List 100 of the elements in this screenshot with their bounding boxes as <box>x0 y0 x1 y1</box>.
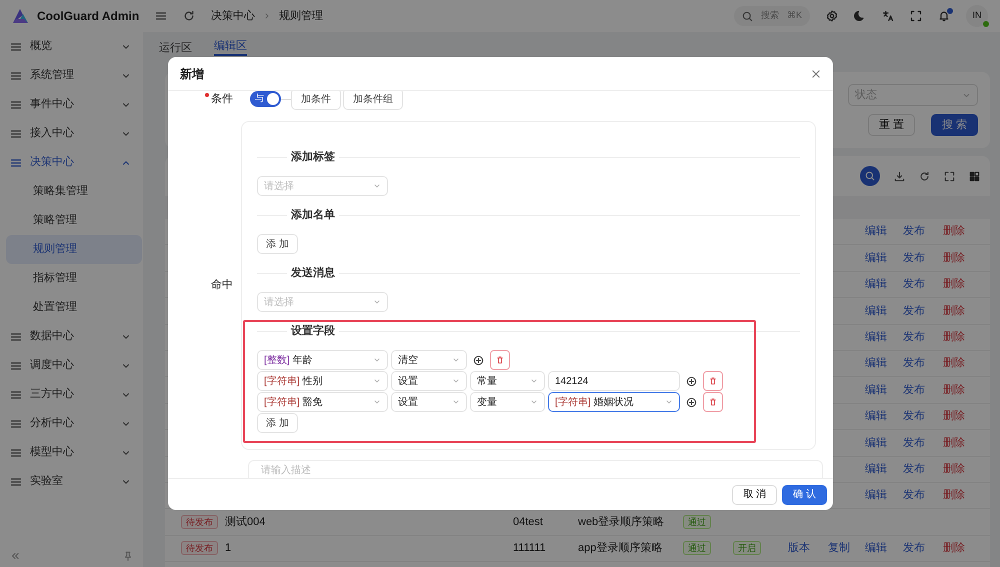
action-link[interactable]: 删除 <box>943 410 965 422</box>
action-link[interactable]: 删除 <box>943 384 965 396</box>
select-field[interactable]: [整数] 年龄 <box>257 350 388 370</box>
select-field[interactable]: 请选择 <box>257 176 388 196</box>
add-circle-icon[interactable] <box>686 376 697 386</box>
description-field[interactable]: 请输入描述 <box>248 460 823 478</box>
action-link[interactable]: 发布 <box>903 357 925 370</box>
action-link[interactable]: 发布 <box>903 225 925 238</box>
reset-button[interactable]: 重 置 <box>868 114 915 136</box>
action-link[interactable]: 编辑 <box>865 304 887 317</box>
settings-icon[interactable] <box>826 10 838 22</box>
select-field[interactable]: [字符串] 婚姻状况 <box>548 392 680 412</box>
pin-icon[interactable] <box>123 551 133 561</box>
add-button[interactable]: 添 加 <box>257 234 298 254</box>
sidebar-subitem[interactable]: 处置管理 <box>6 293 142 322</box>
breadcrumb-link[interactable]: 决策中心 <box>211 8 255 24</box>
action-link[interactable]: 发布 <box>903 384 925 396</box>
select-field[interactable]: 清空 <box>391 350 467 370</box>
action-link[interactable]: 删除 <box>943 331 965 343</box>
confirm-button[interactable]: 确 认 <box>782 484 827 504</box>
action-link[interactable]: 删除 <box>943 462 965 475</box>
moon-icon[interactable] <box>854 10 866 22</box>
sidebar-subitem[interactable]: 规则管理 <box>6 235 142 264</box>
add-button[interactable]: 加条件组 <box>343 91 403 110</box>
action-link[interactable]: 编辑 <box>865 331 887 343</box>
user-avatar[interactable]: IN <box>966 5 988 27</box>
sidebar-subitem[interactable]: 策略管理 <box>6 206 142 235</box>
add-circle-icon[interactable] <box>473 354 484 366</box>
action-link[interactable]: 删除 <box>943 225 965 238</box>
action-link[interactable]: 删除 <box>943 436 965 449</box>
sidebar-item[interactable]: 模型中心 <box>0 438 143 467</box>
translate-icon[interactable] <box>882 10 894 22</box>
search-button[interactable] <box>860 166 880 186</box>
grid-icon[interactable] <box>969 170 980 182</box>
select-field[interactable]: 请选择 <box>257 292 388 312</box>
select-field[interactable]: [字符串] 性别 <box>257 371 388 391</box>
action-link[interactable]: 发布 <box>903 304 925 317</box>
fullscreen-icon[interactable] <box>910 10 922 22</box>
action-link[interactable]: 编辑 <box>865 384 887 396</box>
add-circle-icon[interactable] <box>686 396 697 408</box>
sidebar-item[interactable]: 接入中心 <box>0 119 143 148</box>
sidebar-item[interactable]: 实验室 <box>0 467 143 496</box>
action-link[interactable]: 删除 <box>943 252 965 264</box>
sidebar-item[interactable]: 调度中心 <box>0 351 143 380</box>
menu-icon[interactable] <box>155 10 167 22</box>
action-link[interactable]: 编辑 <box>865 410 887 422</box>
logic-switch[interactable]: 与 <box>250 91 281 107</box>
select-field[interactable]: 变量 <box>470 392 545 412</box>
search-field[interactable]: 搜索 ⌘K <box>734 6 810 26</box>
refresh-icon[interactable] <box>919 170 930 182</box>
select-field[interactable]: [字符串] 豁免 <box>257 392 388 412</box>
delete-button[interactable] <box>703 371 723 391</box>
select-field[interactable]: 设置 <box>391 371 467 391</box>
sidebar-subitem[interactable]: 指标管理 <box>6 264 142 293</box>
action-link[interactable]: 删除 <box>943 278 965 290</box>
collapse-icon[interactable] <box>10 551 20 561</box>
action-link[interactable]: 编辑 <box>865 252 887 264</box>
action-link[interactable]: 发布 <box>903 410 925 422</box>
add-button[interactable]: 加条件 <box>291 91 341 110</box>
refresh-icon[interactable] <box>183 10 195 22</box>
select-field[interactable]: 设置 <box>391 392 467 412</box>
action-link[interactable]: 发布 <box>903 489 925 502</box>
action-link[interactable]: 编辑 <box>865 489 887 502</box>
action-link[interactable]: 删除 <box>943 542 965 554</box>
action-link[interactable]: 发布 <box>903 331 925 343</box>
sidebar-item[interactable]: 决策中心 <box>0 148 143 177</box>
sidebar-item[interactable]: 三方中心 <box>0 380 143 409</box>
action-link[interactable]: 编辑 <box>865 225 887 238</box>
action-link[interactable]: 发布 <box>903 436 925 449</box>
bell-icon[interactable] <box>938 10 950 22</box>
sidebar-item[interactable]: 概览 <box>0 32 143 61</box>
search-button[interactable]: 搜 索 <box>930 114 978 136</box>
add-button[interactable]: 添 加 <box>257 413 298 433</box>
expand-icon[interactable] <box>944 170 955 182</box>
sidebar-item[interactable]: 系统管理 <box>0 61 143 90</box>
action-link[interactable]: 版本 <box>788 542 810 554</box>
download-icon[interactable] <box>894 170 905 182</box>
action-link[interactable]: 删除 <box>943 489 965 502</box>
cancel-button[interactable]: 取 消 <box>732 484 778 504</box>
close-icon[interactable] <box>811 68 821 78</box>
action-link[interactable]: 编辑 <box>865 357 887 370</box>
action-link[interactable]: 复制 <box>828 542 850 554</box>
input-field[interactable]: 142124 <box>548 371 680 391</box>
sidebar-subitem[interactable]: 策略集管理 <box>6 177 142 206</box>
action-link[interactable]: 发布 <box>903 252 925 264</box>
action-link[interactable]: 删除 <box>943 357 965 370</box>
sidebar-item[interactable]: 数据中心 <box>0 322 143 351</box>
action-link[interactable]: 编辑 <box>865 462 887 475</box>
select-field[interactable]: 常量 <box>470 371 545 391</box>
action-link[interactable]: 发布 <box>903 542 925 554</box>
action-link[interactable]: 发布 <box>903 278 925 290</box>
action-link[interactable]: 编辑 <box>865 436 887 449</box>
action-link[interactable]: 编辑 <box>865 542 887 554</box>
delete-button[interactable] <box>703 392 723 412</box>
delete-button[interactable] <box>490 350 510 370</box>
tab[interactable]: 运行区 <box>159 40 192 56</box>
sidebar-item[interactable]: 分析中心 <box>0 409 143 438</box>
action-link[interactable]: 编辑 <box>865 278 887 290</box>
sidebar-item[interactable]: 事件中心 <box>0 90 143 119</box>
action-link[interactable]: 删除 <box>943 304 965 317</box>
